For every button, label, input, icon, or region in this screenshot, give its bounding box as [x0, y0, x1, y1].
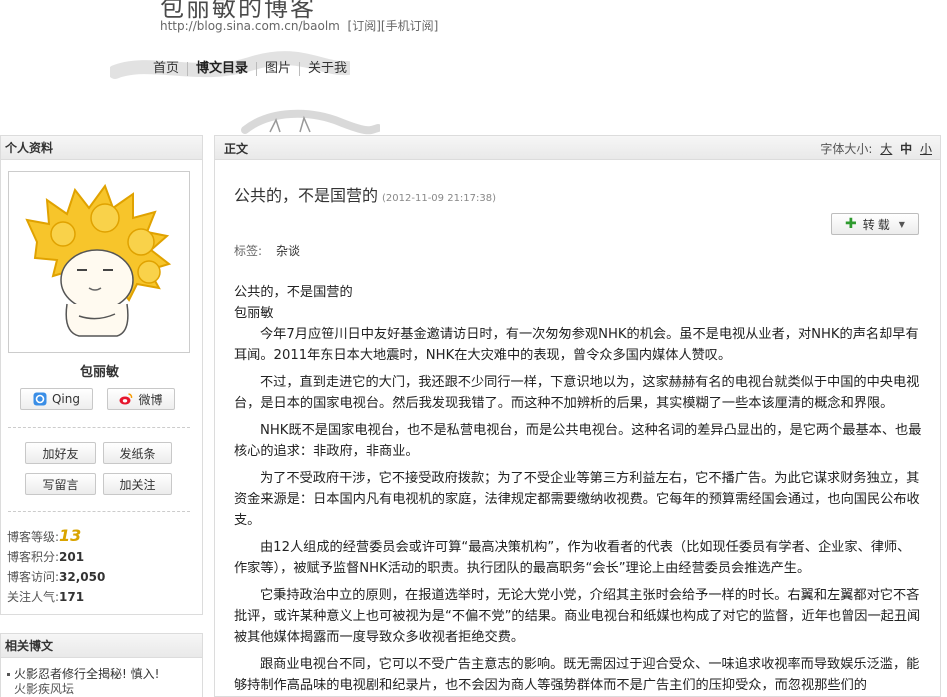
blog-nav: 首页 博文目录 图片 关于我	[145, 58, 355, 80]
profile-panel-title: 个人资料	[1, 136, 202, 160]
font-medium-link[interactable]: 中	[900, 142, 912, 156]
font-large-link[interactable]: 大	[880, 142, 892, 156]
related-posts-panel: 相关博文 火影忍者修行全揭秘! 慎入! 火影疾风坛	[0, 633, 203, 697]
stat-visits: 博客访问:32,050	[7, 570, 106, 584]
add-friend-button[interactable]: 加好友	[25, 442, 96, 464]
blog-url[interactable]: http://blog.sina.com.cn/baolm	[160, 19, 340, 33]
article-body: 公共的，不是国营的 包丽敏 今年7月应笹川日中友好基金邀请访日时，有一次匆匆参观…	[234, 282, 922, 697]
qing-label: Qing	[51, 392, 80, 406]
profile-divider	[8, 427, 190, 428]
send-note-button[interactable]: 发纸条	[103, 442, 172, 464]
article-time: (2012-11-09 21:17:38)	[382, 193, 497, 204]
profile-divider	[8, 511, 190, 512]
article-panel: 正文 字体大小: 大 中 小 公共的，不是国营的 (2012-11-09 21:1…	[214, 135, 941, 697]
article-author-line: 包丽敏	[234, 306, 274, 321]
left-column: 个人资料 包丽敏 Qing 微博 加好友 发纸条 写留言 加关注 博客等级:13…	[0, 135, 203, 697]
related-post-item[interactable]: 火影忍者修行全揭秘! 慎入!	[1, 658, 202, 682]
subscribe-link[interactable]: [订阅]	[348, 19, 381, 33]
profile-name[interactable]: 包丽敏	[1, 361, 198, 380]
article-tags: 标签: 杂谈	[234, 242, 300, 259]
article-paragraph: 为了不受政府干涉，它不接受政府拨款；为了不受企业等第三方利益左右，它不播广告。为…	[234, 471, 920, 528]
repost-button[interactable]: ✚ 转载 ▼	[831, 213, 919, 235]
blog-header: 包丽敏的博客 http://blog.sina.com.cn/baolm [订阅…	[0, 0, 947, 135]
blog-stats: 博客等级:13 博客积分:201 博客访问:32,050 关注人气:171	[7, 526, 105, 607]
weibo-icon	[119, 392, 133, 406]
plus-icon: ✚	[845, 216, 857, 232]
article-title: 公共的，不是国营的 (2012-11-09 21:17:38)	[234, 182, 496, 206]
article-title-text[interactable]: 公共的，不是国营的	[234, 186, 378, 205]
write-message-button[interactable]: 写留言	[25, 473, 96, 495]
follow-button[interactable]: 加关注	[103, 473, 172, 495]
font-small-link[interactable]: 小	[920, 142, 932, 156]
article-paragraph: 不过，直到走进它的大门，我还跟不少同行一样，下意识地以为，这家赫赫有名的电视台就…	[234, 375, 920, 411]
stat-popularity: 关注人气:171	[7, 590, 85, 604]
mobile-subscribe-link[interactable]: [手机订阅]	[381, 19, 438, 33]
nav-photos[interactable]: 图片	[257, 59, 299, 79]
nav-about[interactable]: 关于我	[300, 59, 355, 79]
qing-button[interactable]: Qing	[20, 388, 93, 410]
font-size-control: 字体大小: 大 中 小	[820, 142, 932, 156]
nav-article-list[interactable]: 博文目录	[188, 59, 256, 79]
bullet-icon	[7, 673, 10, 676]
level-value: 13	[59, 526, 82, 545]
tag-link[interactable]: 杂谈	[276, 244, 300, 258]
weibo-button[interactable]: 微博	[107, 388, 175, 410]
article-bar-label: 正文	[224, 142, 249, 156]
weibo-label: 微博	[138, 392, 163, 407]
article-paragraph: 它秉持政治中立的原则，在报道选举时，无论大党小党，介绍其主张时会给予一样的时长。…	[234, 588, 921, 645]
avatar[interactable]	[8, 171, 190, 353]
avatar-cartoon-icon	[25, 183, 172, 337]
stat-points: 博客积分:201	[7, 550, 85, 564]
tags-label: 标签:	[234, 244, 263, 258]
article-bar: 正文 字体大小: 大 中 小	[215, 136, 940, 160]
article-paragraph: 今年7月应笹川日中友好基金邀请访日时，有一次匆匆参观NHK的机会。虽不是电视从业…	[234, 327, 919, 363]
article-paragraph: 跟商业电视台不同，它可以不受广告主意志的影响。既无需因过于迎合受众、一味追求收视…	[234, 657, 920, 693]
blog-url-line: http://blog.sina.com.cn/baolm [订阅][手机订阅]	[160, 17, 438, 34]
article-paragraph: 由12人组成的经营委员会或许可算“最高决策机构”，作为收看者的代表（比如现任委员…	[234, 540, 911, 576]
article-paragraph: NHK既不是国家电视台，也不是私营电视台，而是公共电视台。这种名词的差异凸显出的…	[234, 423, 922, 459]
repost-label: 转载	[862, 217, 893, 232]
caret-down-icon: ▼	[898, 219, 905, 229]
article-heading-line: 公共的，不是国营的	[234, 285, 353, 300]
related-post-source[interactable]: 火影疾风坛	[1, 682, 202, 696]
profile-panel: 个人资料 包丽敏 Qing 微博 加好友 发纸条 写留言 加关注 博客等级:13…	[0, 135, 203, 615]
stat-level: 博客等级:13	[7, 526, 82, 545]
related-panel-title: 相关博文	[1, 634, 202, 658]
ink-decoration-bottom	[241, 109, 380, 135]
nav-home[interactable]: 首页	[145, 59, 187, 79]
qing-icon	[33, 392, 47, 406]
